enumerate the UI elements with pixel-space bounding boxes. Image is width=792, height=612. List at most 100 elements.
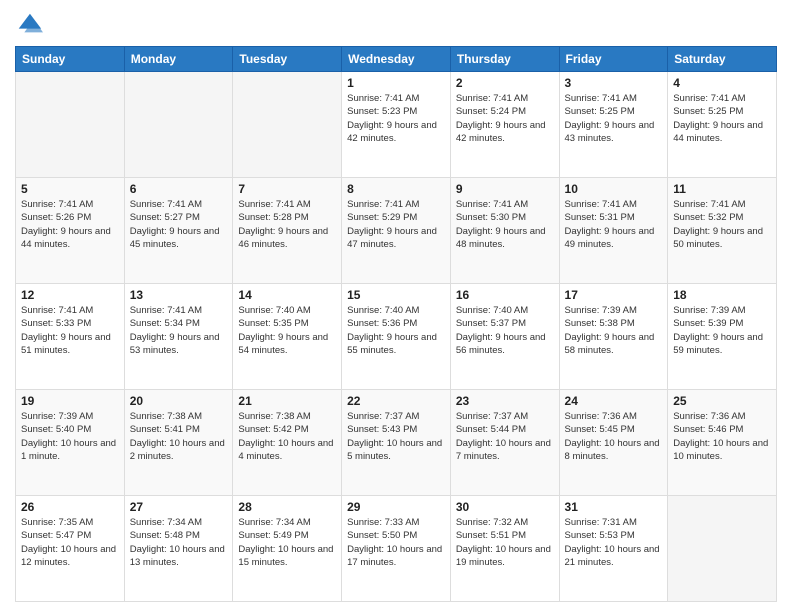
day-number: 3 [565,76,663,90]
page: SundayMondayTuesdayWednesdayThursdayFrid… [0,0,792,612]
day-info: Sunrise: 7:32 AM Sunset: 5:51 PM Dayligh… [456,516,554,569]
day-info: Sunrise: 7:31 AM Sunset: 5:53 PM Dayligh… [565,516,663,569]
day-info: Sunrise: 7:35 AM Sunset: 5:47 PM Dayligh… [21,516,119,569]
calendar-cell [668,496,777,602]
calendar-cell: 2 Sunrise: 7:41 AM Sunset: 5:24 PM Daylig… [450,72,559,178]
day-info: Sunrise: 7:38 AM Sunset: 5:42 PM Dayligh… [238,410,336,463]
weekday-header-row: SundayMondayTuesdayWednesdayThursdayFrid… [16,47,777,72]
calendar-cell: 1 Sunrise: 7:41 AM Sunset: 5:23 PM Daylig… [342,72,451,178]
day-number: 4 [673,76,771,90]
header [15,10,777,38]
day-info: Sunrise: 7:40 AM Sunset: 5:37 PM Dayligh… [456,304,554,357]
day-number: 18 [673,288,771,302]
calendar-cell: 25 Sunrise: 7:36 AM Sunset: 5:46 PM Dayli… [668,390,777,496]
day-info: Sunrise: 7:41 AM Sunset: 5:25 PM Dayligh… [565,92,663,145]
day-info: Sunrise: 7:33 AM Sunset: 5:50 PM Dayligh… [347,516,445,569]
calendar-cell: 4 Sunrise: 7:41 AM Sunset: 5:25 PM Daylig… [668,72,777,178]
day-info: Sunrise: 7:41 AM Sunset: 5:27 PM Dayligh… [130,198,228,251]
calendar-cell: 21Sunrise: 7:38 AM Sunset: 5:42 PM Dayli… [233,390,342,496]
calendar-cell [16,72,125,178]
calendar-cell: 13 Sunrise: 7:41 AM Sunset: 5:34 PM Dayli… [124,284,233,390]
logo [15,10,47,38]
day-info: Sunrise: 7:37 AM Sunset: 5:43 PM Dayligh… [347,410,445,463]
calendar-cell: 24Sunrise: 7:36 AM Sunset: 5:45 PM Dayli… [559,390,668,496]
day-info: Sunrise: 7:39 AM Sunset: 5:39 PM Dayligh… [673,304,771,357]
calendar-cell: 28Sunrise: 7:34 AM Sunset: 5:49 PM Dayli… [233,496,342,602]
day-number: 2 [456,76,554,90]
day-number: 16 [456,288,554,302]
calendar-cell: 3 Sunrise: 7:41 AM Sunset: 5:25 PM Daylig… [559,72,668,178]
calendar-cell: 30 Sunrise: 7:32 AM Sunset: 5:51 PM Dayli… [450,496,559,602]
day-info: Sunrise: 7:34 AM Sunset: 5:49 PM Dayligh… [238,516,336,569]
day-number: 11 [673,182,771,196]
calendar-cell: 10 Sunrise: 7:41 AM Sunset: 5:31 PM Dayli… [559,178,668,284]
calendar-cell: 23Sunrise: 7:37 AM Sunset: 5:44 PM Dayli… [450,390,559,496]
day-info: Sunrise: 7:41 AM Sunset: 5:30 PM Dayligh… [456,198,554,251]
calendar-cell: 14 Sunrise: 7:40 AM Sunset: 5:35 PM Dayli… [233,284,342,390]
day-info: Sunrise: 7:41 AM Sunset: 5:29 PM Dayligh… [347,198,445,251]
day-info: Sunrise: 7:41 AM Sunset: 5:32 PM Dayligh… [673,198,771,251]
calendar-cell: 20 Sunrise: 7:38 AM Sunset: 5:41 PM Dayli… [124,390,233,496]
day-info: Sunrise: 7:39 AM Sunset: 5:40 PM Dayligh… [21,410,119,463]
calendar-cell: 29Sunrise: 7:33 AM Sunset: 5:50 PM Dayli… [342,496,451,602]
day-info: Sunrise: 7:41 AM Sunset: 5:28 PM Dayligh… [238,198,336,251]
day-number: 20 [130,394,228,408]
weekday-header-friday: Friday [559,47,668,72]
calendar-cell: 19 Sunrise: 7:39 AM Sunset: 5:40 PM Dayli… [16,390,125,496]
day-info: Sunrise: 7:40 AM Sunset: 5:36 PM Dayligh… [347,304,445,357]
calendar-cell: 7Sunrise: 7:41 AM Sunset: 5:28 PM Daylig… [233,178,342,284]
day-number: 14 [238,288,336,302]
day-number: 23 [456,394,554,408]
day-number: 22 [347,394,445,408]
day-number: 17 [565,288,663,302]
day-number: 25 [673,394,771,408]
weekday-header-monday: Monday [124,47,233,72]
day-number: 10 [565,182,663,196]
calendar-cell: 8 Sunrise: 7:41 AM Sunset: 5:29 PM Daylig… [342,178,451,284]
weekday-header-tuesday: Tuesday [233,47,342,72]
calendar-cell: 12Sunrise: 7:41 AM Sunset: 5:33 PM Dayli… [16,284,125,390]
calendar-cell: 18 Sunrise: 7:39 AM Sunset: 5:39 PM Dayli… [668,284,777,390]
calendar-cell: 11 Sunrise: 7:41 AM Sunset: 5:32 PM Dayli… [668,178,777,284]
calendar-cell: 22 Sunrise: 7:37 AM Sunset: 5:43 PM Dayli… [342,390,451,496]
day-info: Sunrise: 7:41 AM Sunset: 5:25 PM Dayligh… [673,92,771,145]
day-number: 1 [347,76,445,90]
calendar-cell: 15Sunrise: 7:40 AM Sunset: 5:36 PM Dayli… [342,284,451,390]
calendar-cell: 5 Sunrise: 7:41 AM Sunset: 5:26 PM Daylig… [16,178,125,284]
day-info: Sunrise: 7:41 AM Sunset: 5:24 PM Dayligh… [456,92,554,145]
calendar-cell: 6 Sunrise: 7:41 AM Sunset: 5:27 PM Daylig… [124,178,233,284]
day-info: Sunrise: 7:38 AM Sunset: 5:41 PM Dayligh… [130,410,228,463]
day-number: 5 [21,182,119,196]
day-info: Sunrise: 7:41 AM Sunset: 5:31 PM Dayligh… [565,198,663,251]
calendar-cell: 27Sunrise: 7:34 AM Sunset: 5:48 PM Dayli… [124,496,233,602]
weekday-header-sunday: Sunday [16,47,125,72]
day-info: Sunrise: 7:41 AM Sunset: 5:26 PM Dayligh… [21,198,119,251]
week-row-5: 26Sunrise: 7:35 AM Sunset: 5:47 PM Dayli… [16,496,777,602]
weekday-header-saturday: Saturday [668,47,777,72]
week-row-2: 5 Sunrise: 7:41 AM Sunset: 5:26 PM Daylig… [16,178,777,284]
weekday-header-wednesday: Wednesday [342,47,451,72]
calendar-cell: 17Sunrise: 7:39 AM Sunset: 5:38 PM Dayli… [559,284,668,390]
day-info: Sunrise: 7:36 AM Sunset: 5:46 PM Dayligh… [673,410,771,463]
calendar-cell: 16 Sunrise: 7:40 AM Sunset: 5:37 PM Dayli… [450,284,559,390]
day-number: 13 [130,288,228,302]
calendar-table: SundayMondayTuesdayWednesdayThursdayFrid… [15,46,777,602]
calendar-cell: 31 Sunrise: 7:31 AM Sunset: 5:53 PM Dayli… [559,496,668,602]
day-info: Sunrise: 7:36 AM Sunset: 5:45 PM Dayligh… [565,410,663,463]
day-number: 9 [456,182,554,196]
day-number: 8 [347,182,445,196]
week-row-3: 12Sunrise: 7:41 AM Sunset: 5:33 PM Dayli… [16,284,777,390]
day-number: 30 [456,500,554,514]
calendar-cell [124,72,233,178]
day-number: 31 [565,500,663,514]
day-number: 19 [21,394,119,408]
day-number: 6 [130,182,228,196]
calendar-cell: 26Sunrise: 7:35 AM Sunset: 5:47 PM Dayli… [16,496,125,602]
day-info: Sunrise: 7:41 AM Sunset: 5:34 PM Dayligh… [130,304,228,357]
calendar-cell: 9 Sunrise: 7:41 AM Sunset: 5:30 PM Daylig… [450,178,559,284]
logo-icon [15,10,43,38]
day-info: Sunrise: 7:41 AM Sunset: 5:23 PM Dayligh… [347,92,445,145]
day-info: Sunrise: 7:40 AM Sunset: 5:35 PM Dayligh… [238,304,336,357]
day-info: Sunrise: 7:41 AM Sunset: 5:33 PM Dayligh… [21,304,119,357]
calendar-cell [233,72,342,178]
